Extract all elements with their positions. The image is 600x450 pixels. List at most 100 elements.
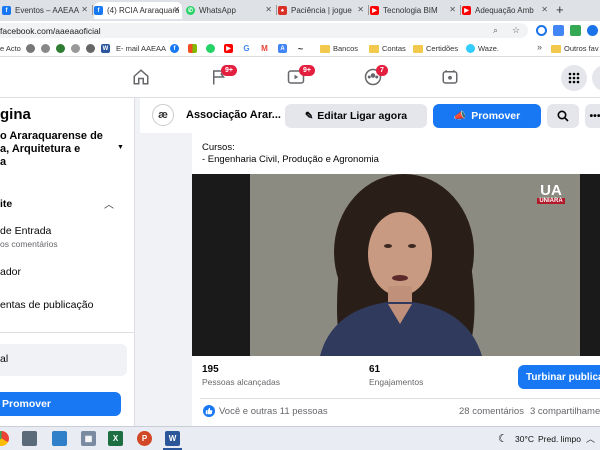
excel-icon[interactable]: X xyxy=(108,431,123,446)
folder-icon xyxy=(369,44,379,53)
reach-label: Pessoas alcançadas xyxy=(202,377,280,387)
bookmark[interactable]: G xyxy=(242,43,254,54)
gaming-nav-icon[interactable] xyxy=(441,68,459,86)
account-avatar[interactable] xyxy=(592,65,600,91)
waze-icon xyxy=(466,44,475,53)
extension-icon[interactable] xyxy=(587,25,598,36)
grid-icon xyxy=(568,72,580,84)
bookmark[interactable]: ▶ xyxy=(224,43,236,54)
weather-icon[interactable]: ☾ xyxy=(498,432,508,445)
bookmark-folder[interactable]: Certidões xyxy=(413,43,458,54)
url-input[interactable]: facebook.com/aaeaaoficial xyxy=(0,23,528,38)
engagement-label: Engajamentos xyxy=(369,377,424,387)
divider xyxy=(0,332,134,333)
bookmark[interactable]: M xyxy=(260,43,272,54)
reactions-text[interactable]: Você e outras 11 pessoas xyxy=(219,406,328,417)
star-bookmark-icon[interactable]: ☆ xyxy=(512,25,520,36)
bookmark-folder[interactable]: Contas xyxy=(369,43,406,54)
bookmark[interactable]: f xyxy=(170,43,182,54)
globe-icon xyxy=(86,44,95,53)
close-tab-icon[interactable]: ✕ xyxy=(173,5,180,14)
calculator-icon[interactable]: ▦ xyxy=(81,431,96,446)
close-tab-icon[interactable]: ✕ xyxy=(81,5,88,14)
bookmark[interactable]: A xyxy=(278,43,290,54)
chevron-up-icon[interactable]: ︿ xyxy=(586,432,595,445)
globe-icon xyxy=(41,44,50,53)
megaphone-icon: 📣 xyxy=(453,110,467,122)
word-icon[interactable]: W xyxy=(165,431,180,446)
search-button[interactable] xyxy=(547,104,579,128)
close-tab-icon[interactable]: ✕ xyxy=(541,5,548,14)
bookmark[interactable]: e Acto xyxy=(0,43,21,54)
other-bookmarks[interactable]: Outros fav xyxy=(551,43,599,54)
sidebar-item-publishing-tools[interactable]: entas de publicação xyxy=(0,299,93,311)
new-tab-button[interactable]: + xyxy=(556,2,564,17)
sidebar-item-inbox[interactable]: de Entrada xyxy=(0,225,51,237)
bookmark-folder[interactable]: Bancos xyxy=(320,43,358,54)
bookmark[interactable] xyxy=(26,43,38,54)
folder-icon xyxy=(320,44,330,53)
close-tab-icon[interactable]: ✕ xyxy=(449,5,456,14)
youtube-icon: ▶ xyxy=(224,44,233,53)
more-options-button[interactable]: ••• xyxy=(585,104,600,128)
browser-tab[interactable]: f Eventos – AAEAA ✕ xyxy=(2,2,90,19)
more-bookmarks-icon[interactable]: » xyxy=(537,42,542,52)
weather-text[interactable]: Pred. limpo xyxy=(538,434,581,444)
browser-tab[interactable]: ✆ WhatsApp ✕ xyxy=(186,2,274,19)
sidebar-selected-item[interactable]: al xyxy=(0,344,127,376)
bookmark[interactable] xyxy=(206,43,218,54)
facebook-icon: f xyxy=(2,6,11,15)
url-text: facebook.com/aaeaaoficial xyxy=(0,25,101,36)
bookmark[interactable]: ~ xyxy=(296,43,308,54)
sidebar-item-planner[interactable]: ador xyxy=(0,266,21,278)
page-header-bar: æ Associação Arar... ✎ Editar Ligar agor… xyxy=(140,98,600,133)
caret-down-icon[interactable]: ▼ xyxy=(117,144,124,151)
temperature[interactable]: 30°C xyxy=(515,434,534,444)
extension-icon[interactable] xyxy=(536,25,547,36)
extension-icon[interactable] xyxy=(570,25,581,36)
bookmark-email[interactable]: E- mail AAEAA xyxy=(104,43,166,54)
powerpoint-icon[interactable]: P xyxy=(137,431,152,446)
promote-button[interactable]: 📣 Promover xyxy=(433,104,541,128)
chevron-up-icon[interactable]: ︿ xyxy=(104,196,114,211)
bookmark[interactable] xyxy=(86,43,98,54)
edit-call-now-button[interactable]: ✎ Editar Ligar agora xyxy=(285,104,427,128)
sidebar-item-sub: os comentários xyxy=(0,239,58,249)
close-tab-icon[interactable]: ✕ xyxy=(265,5,272,14)
bookmark[interactable] xyxy=(56,43,68,54)
gmail-icon: M xyxy=(260,44,269,53)
like-reaction-icon xyxy=(203,405,215,417)
close-tab-icon[interactable]: ✕ xyxy=(357,5,364,14)
page-name-line: a, Arquitetura e xyxy=(0,143,81,155)
browser-tab[interactable]: ♠ Paciência | jogue ✕ xyxy=(278,2,366,19)
translate-extension-icon[interactable] xyxy=(553,25,564,36)
facebook-icon: f xyxy=(94,6,103,15)
app-icon[interactable] xyxy=(22,431,37,446)
browser-tab[interactable]: ▶ Adequação Amb ✕ xyxy=(462,2,550,19)
home-nav-icon[interactable] xyxy=(132,68,150,86)
whatsapp-icon: ✆ xyxy=(186,6,195,15)
boost-post-button[interactable]: Turbinar publicação xyxy=(518,365,600,389)
page-avatar[interactable]: æ xyxy=(152,104,174,126)
menu-grid-button[interactable] xyxy=(561,65,587,91)
bookmark[interactable] xyxy=(41,43,53,54)
sidebar-promote-button[interactable]: Promover xyxy=(0,392,121,416)
bookmark[interactable] xyxy=(71,43,83,54)
post-video[interactable]: UA UNIARA xyxy=(192,174,600,356)
browser-tab[interactable]: ▶ Tecnologia BIM ✕ xyxy=(370,2,458,19)
page-name[interactable]: Associação Arar... xyxy=(186,109,281,121)
search-icon[interactable]: ⌕ xyxy=(493,25,498,36)
bookmark[interactable]: Waze. xyxy=(466,43,499,54)
engagement-value: 61 xyxy=(369,364,381,375)
globe-icon xyxy=(56,44,65,53)
whatsapp-icon xyxy=(206,44,215,53)
notification-badge: 7 xyxy=(376,65,388,76)
comments-count[interactable]: 28 comentários xyxy=(459,406,524,417)
page-name-line: a xyxy=(0,156,7,168)
app-icon[interactable] xyxy=(52,431,67,446)
chrome-icon[interactable] xyxy=(0,431,9,446)
facebook-top-nav: 9+ 9+ 7 xyxy=(0,57,600,98)
browser-tab-active[interactable]: f (4) RCIA Araraquara ✕ xyxy=(94,2,182,19)
bookmark[interactable] xyxy=(188,43,200,54)
shares-count[interactable]: 3 compartilhamentos xyxy=(530,406,600,417)
